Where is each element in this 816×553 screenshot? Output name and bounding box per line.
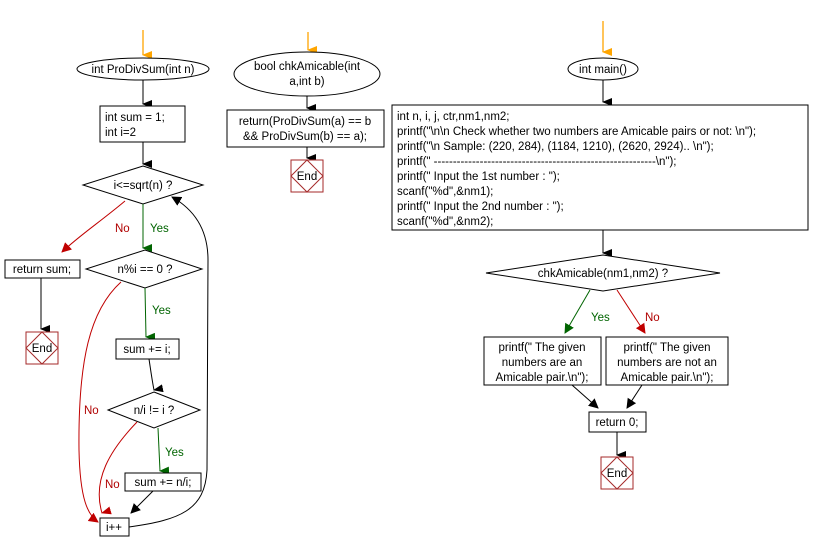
chkamicable-start-line-1: bool chkAmicable(int: [254, 61, 361, 73]
main-flow: int main() int n, i, j, ctr,nm1,nm2; pri…: [391, 21, 809, 490]
main-body-line-2: printf("\n\n Check whether two numbers a…: [397, 126, 756, 138]
main-start-label: int main(): [579, 64, 627, 76]
neq-no-label: No: [105, 479, 120, 491]
amicable-yes-line-1: printf(" The given: [499, 342, 586, 354]
main-body-line-4: printf(" -------------------------------…: [397, 156, 677, 168]
chkamicable-flow: bool chkAmicable(int a,int b) return(Pro…: [226, 32, 385, 193]
amicable-yes-line-2: numbers are an: [502, 357, 583, 369]
main-end-label: End: [607, 468, 627, 480]
amicable-no-line-3: Amicable pair.\n");: [621, 372, 714, 384]
loop-condition-label: i<=sqrt(n) ?: [114, 180, 173, 192]
div-yes-label: Yes: [152, 305, 171, 317]
loop-no-label: No: [115, 223, 130, 235]
amicable-no-line-2: numbers are not an: [617, 357, 717, 369]
neq-condition-label: n/i != i ?: [134, 405, 175, 417]
loop-yes-label: Yes: [150, 223, 169, 235]
chkamicable-return-line-1: return(ProDivSum(a) == b: [239, 116, 371, 128]
main-body-line-5: printf(" Input the 1st number : ");: [397, 171, 560, 183]
prodivsum-end-label: End: [32, 343, 52, 355]
flowchart-canvas: int ProDivSum(int n) int sum = 1; int i=…: [4, 21, 809, 537]
edge-no: [616, 289, 646, 334]
main-body-line-6: scanf("%d",&nm1);: [397, 186, 493, 198]
prodivsum-init-line-1: int sum = 1;: [105, 112, 165, 124]
amicable-yes-line-3: Amicable pair.\n");: [496, 372, 589, 384]
edge: [626, 384, 643, 409]
main-no-label: No: [645, 312, 660, 324]
main-body-line-3: printf("\n Sample: (220, 284), (1184, 12…: [397, 141, 714, 153]
main-condition-label: chkAmicable(nm1,nm2) ?: [538, 268, 668, 280]
edge-yes: [157, 427, 170, 475]
increment-label: i++: [106, 522, 122, 534]
edge-yes: [144, 287, 156, 341]
add-i-label: sum += i;: [123, 344, 170, 356]
chkamicable-return-line-2: && ProDivSum(b) == a);: [243, 131, 367, 143]
chkamicable-start-line-2: a,int b): [289, 76, 324, 88]
edge-yes: [564, 289, 591, 334]
prodivsum-start-label: int ProDivSum(int n): [92, 64, 195, 76]
edge: [130, 490, 154, 514]
edge-no: [98, 421, 138, 515]
main-yes-label: Yes: [591, 312, 610, 324]
return-zero-label: return 0;: [596, 417, 639, 429]
prodivsum-init-line-2: int i=2: [105, 127, 136, 139]
main-body-line-1: int n, i, j, ctr,nm1,nm2;: [397, 111, 509, 123]
amicable-no-line-1: printf(" The given: [624, 342, 711, 354]
main-body-line-8: scanf("%d",&nm2);: [397, 216, 493, 228]
neq-yes-label: Yes: [165, 447, 184, 459]
main-body-line-7: printf(" Input the 2nd number : ");: [397, 201, 564, 213]
div-condition-label: n%i == 0 ?: [118, 264, 173, 276]
chkamicable-start-node[interactable]: [233, 51, 381, 97]
edge: [148, 358, 164, 393]
div-no-label: No: [84, 405, 99, 417]
chkamicable-end-label: End: [297, 171, 317, 183]
edge: [571, 384, 599, 409]
return-sum-label: return sum;: [13, 264, 71, 276]
add-ni-label: sum += n/i;: [135, 477, 192, 489]
prodivsum-flow: int ProDivSum(int n) int sum = 1; int i=…: [4, 30, 210, 537]
